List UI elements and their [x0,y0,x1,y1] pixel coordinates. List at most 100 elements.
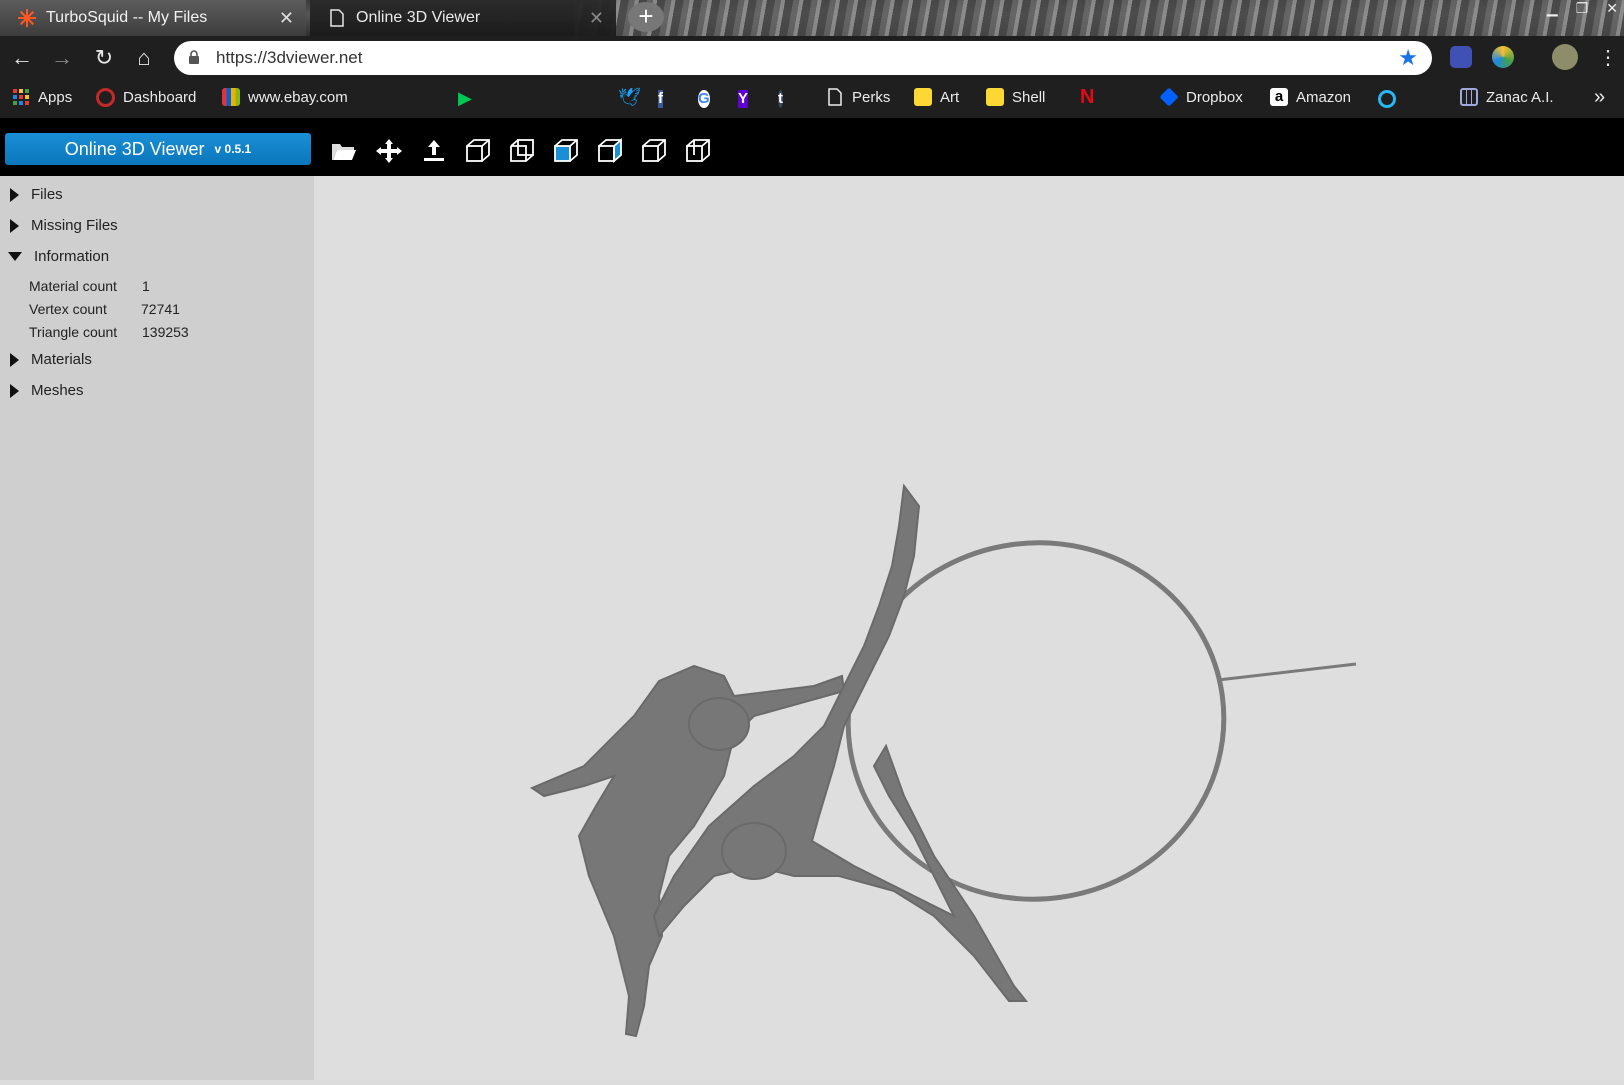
browser-tab-strip: TurboSquid -- My Files ✕ Online 3D Viewe… [0,0,1624,36]
forward-button[interactable]: → [48,44,76,72]
facebook-icon[interactable]: f [658,90,663,108]
bookmark-amazon[interactable]: a Amazon [1270,88,1351,106]
bookmark-label: www.ebay.com [248,88,348,106]
bookmark-label: Shell [1012,88,1046,106]
address-bar[interactable]: https://3dviewer.net ★ [174,41,1432,75]
twitter-icon[interactable]: 🕊 [618,87,641,108]
restore-icon[interactable]: ❐ [1576,0,1589,17]
bookmark-label: Dashboard [123,89,197,106]
bookmark-ebay[interactable]: www.ebay.com [222,88,348,106]
info-value: 139253 [142,324,189,340]
figure-left-head [688,697,750,751]
expand-arrow-icon [10,218,19,233]
bookmark-shell[interactable]: Shell [986,88,1045,106]
view-back-icon[interactable] [508,138,536,164]
extension-icon[interactable] [1450,46,1472,68]
open-folder-icon[interactable] [330,138,358,164]
window-controls: ▁ ❐ ✕ [1547,0,1618,17]
reload-button[interactable]: ↻ [90,44,118,72]
avatar[interactable] [1552,44,1578,70]
bookmark-label: Art [940,88,960,106]
google-icon[interactable]: G [698,90,710,108]
expand-arrow-icon [10,352,19,367]
more-bookmarks-icon[interactable]: » [1594,86,1605,109]
play-store-icon[interactable]: ▶ [458,88,472,109]
view-bottom-icon[interactable] [684,138,712,164]
section-label: Meshes [31,382,84,399]
bookmark-star-icon[interactable]: ★ [1398,45,1418,71]
url-text: https://3dviewer.net [216,48,363,67]
section-meshes[interactable]: Meshes [10,382,84,399]
tab-online-3d-viewer[interactable]: Online 3D Viewer ✕ [310,0,616,36]
upload-icon[interactable] [420,138,448,164]
info-row-vertex-count: Vertex count 72741 [29,301,180,317]
amazon-icon: a [1270,88,1288,106]
back-button[interactable]: ← [8,44,36,72]
bookmark-label: Apps [38,88,73,106]
info-label: Material count [29,278,117,294]
bookmark-label: Zanac A.I. [1486,88,1554,106]
close-window-icon[interactable]: ✕ [1606,0,1618,17]
view-left-icon[interactable] [552,138,580,164]
ebay-icon [222,88,240,106]
netflix-icon[interactable]: N [1080,86,1094,109]
view-front-icon[interactable] [464,138,492,164]
bookmark-art[interactable]: Art [914,88,959,106]
new-tab-button[interactable]: + [628,2,664,32]
search-q-icon[interactable] [1378,90,1396,108]
info-row-material-count: Material count 1 [29,278,150,294]
section-materials[interactable]: Materials [10,351,92,368]
home-button[interactable]: ⌂ [130,44,158,72]
3d-viewport[interactable] [314,176,1624,1080]
3d-model-render [529,483,1357,1038]
tumblr-icon[interactable]: t [778,90,783,108]
menu-kebab-icon[interactable]: ⋮ [1594,44,1622,72]
section-label: Materials [31,351,92,368]
left-panel: Files Missing Files Information Material… [0,176,314,1080]
tab-turbosquid[interactable]: TurboSquid -- My Files ✕ [0,0,306,36]
folder-icon [986,88,1004,106]
info-label: Vertex count [29,301,107,317]
grid-icon [1460,88,1478,106]
info-value: 72741 [141,301,180,317]
info-row-triangle-count: Triangle count 139253 [29,324,189,340]
minimize-icon[interactable]: ▁ [1547,0,1558,17]
section-missing-files[interactable]: Missing Files [10,217,118,234]
bookmark-zanac[interactable]: Zanac A.I. [1460,88,1554,106]
section-label: Files [31,186,63,203]
page-icon [828,88,842,106]
bookmark-label: Dropbox [1186,88,1243,106]
bookmark-dropbox[interactable]: Dropbox [1159,87,1243,107]
dashboard-icon [96,88,115,107]
fit-to-window-icon[interactable] [375,138,403,164]
section-label: Missing Files [31,217,118,234]
bookmark-dashboard[interactable]: Dashboard [96,88,196,107]
close-tab-icon[interactable]: ✕ [589,8,604,29]
app-title-button[interactable]: Online 3D Viewer v 0.5.1 [5,133,311,165]
section-information[interactable]: Information [8,248,109,265]
close-tab-icon[interactable]: ✕ [279,8,294,29]
browser-toolbar: ← → ↻ ⌂ https://3dviewer.net ★ ⋮ [0,36,1624,80]
bookmark-perks[interactable]: Perks [826,88,890,106]
view-top-icon[interactable] [640,138,668,164]
section-files[interactable]: Files [10,186,63,203]
view-right-icon[interactable] [596,138,624,164]
bookmark-apps[interactable]: Apps [12,88,72,106]
page-icon [328,9,346,27]
extension-icon[interactable] [1492,46,1514,68]
lock-icon [189,50,199,64]
yahoo-icon[interactable]: Y [738,90,749,108]
collapse-arrow-icon [8,252,22,261]
tab-title: TurboSquid -- My Files [46,9,208,26]
figure-right-head [721,822,787,880]
expand-arrow-icon [10,187,19,202]
hoop-rigging [1217,662,1357,682]
folder-icon [914,88,932,106]
dropbox-icon [1159,87,1179,107]
app-version: v 0.5.1 [214,142,252,156]
tab-title: Online 3D Viewer [356,9,481,26]
bookmark-label: Perks [852,88,891,106]
browser-theme-background [574,0,1624,36]
turbosquid-icon [18,9,36,27]
info-value: 1 [142,278,150,294]
